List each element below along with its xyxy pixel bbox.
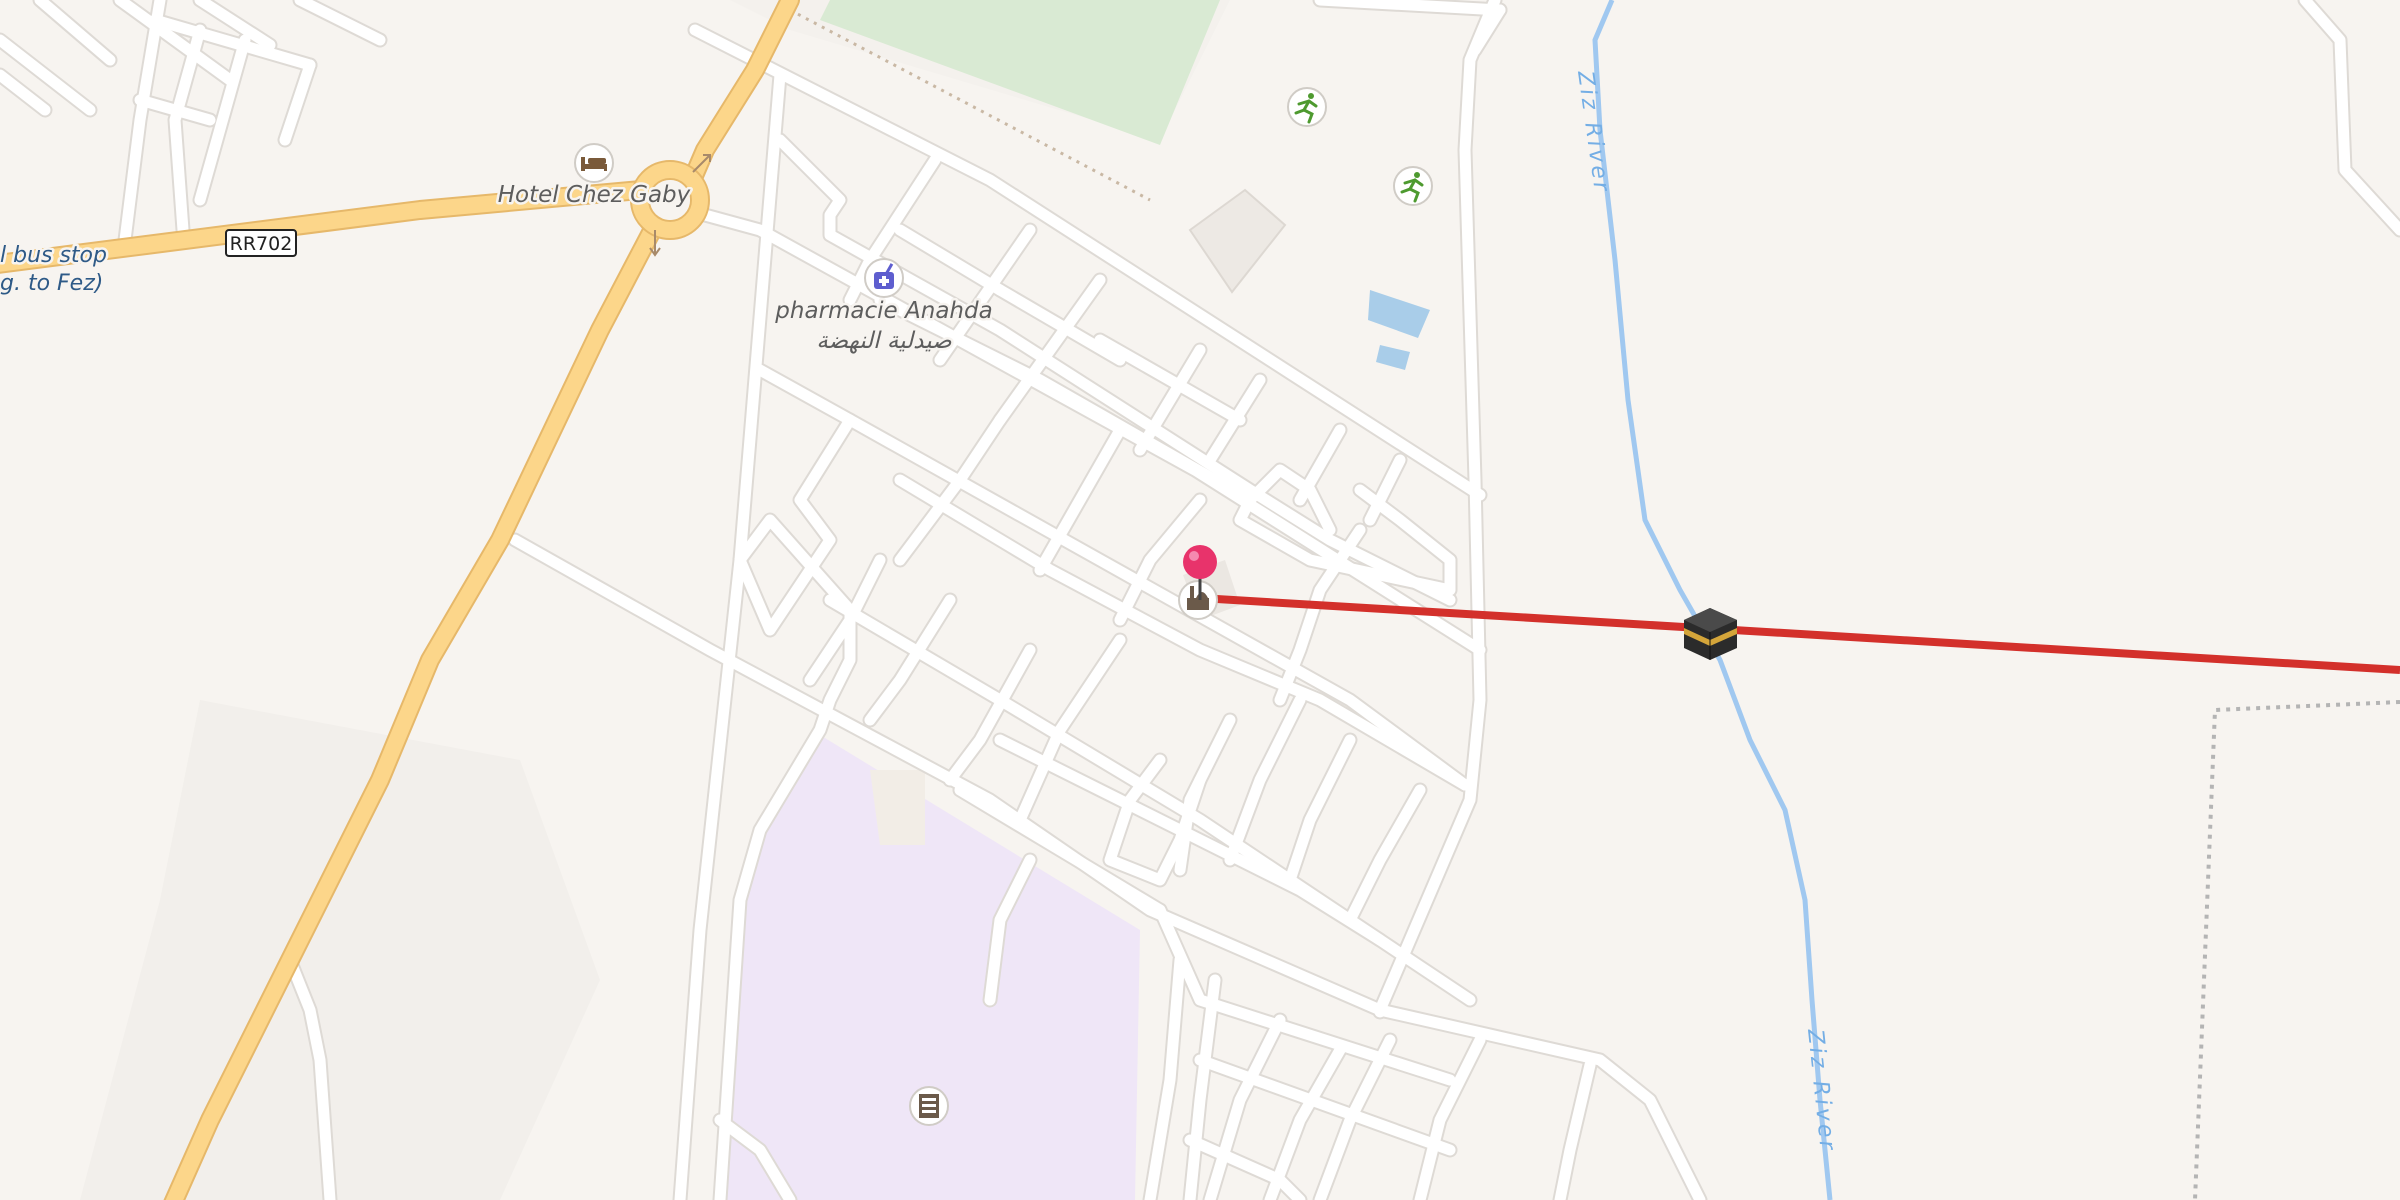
bus-stop-label[interactable]: l bus stop [0, 241, 109, 271]
bed-icon [581, 157, 607, 171]
map-canvas[interactable]: RR702 Hotel Chez Gaby l bus stop g. to F… [0, 0, 2400, 1200]
school-poi[interactable] [909, 1086, 949, 1126]
school-icon [919, 1094, 939, 1118]
sports-poi[interactable] [1287, 87, 1327, 127]
road-shield-label: RR702 [230, 233, 293, 255]
sports-poi[interactable] [1393, 166, 1433, 206]
pharmacy-label-ar: صيدلية النهضة [816, 328, 952, 354]
hotel-label: Hotel Chez Gaby [498, 182, 691, 208]
mosque-poi[interactable] [1178, 580, 1218, 620]
road-shield-rr702[interactable]: RR702 [225, 229, 297, 257]
pharmacy-label-fr: pharmacie Anahda [774, 298, 992, 324]
bus-stop-label[interactable]: g. to Fez) [0, 269, 106, 299]
